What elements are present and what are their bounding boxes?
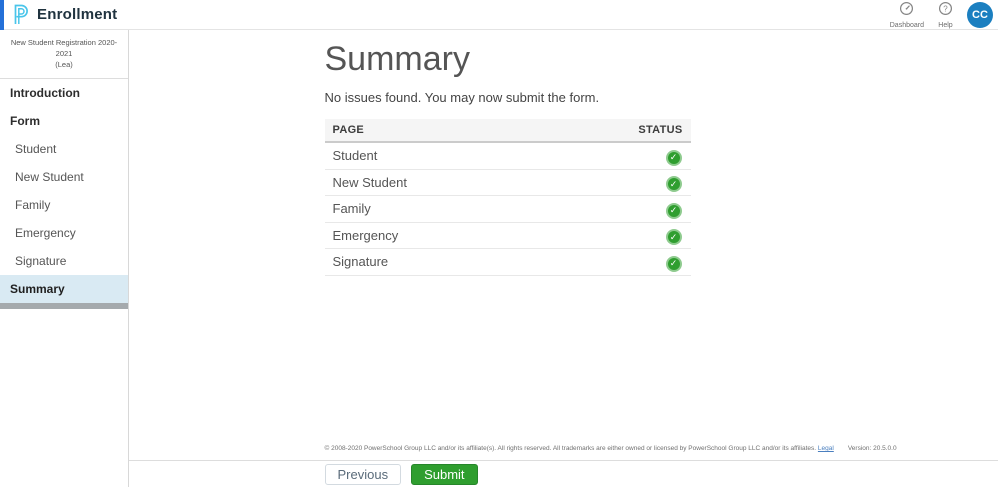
table-row: Emergency ✓	[324, 222, 691, 249]
page-cell: Emergency	[324, 222, 545, 249]
sidebar-item-form[interactable]: Form	[0, 107, 128, 135]
sidebar-active-indicator	[0, 303, 128, 309]
dashboard-label: Dashboard	[889, 21, 924, 29]
user-avatar[interactable]: CC	[967, 1, 993, 28]
powerschool-logo-icon	[12, 4, 29, 25]
sidebar-item-summary[interactable]: Summary	[0, 275, 128, 303]
help-button[interactable]: ? Help	[938, 1, 953, 29]
status-complete-icon: ✓	[667, 178, 680, 190]
summary-message: No issues found. You may now submit the …	[324, 90, 600, 105]
form-title-line2: (Lea)	[55, 60, 73, 69]
left-edge-accent	[0, 0, 4, 30]
version-text: Version: 20.5.0.0	[847, 445, 897, 452]
summary-table: PAGE STATUS Student ✓ New Student ✓ Family ✓ E…	[324, 119, 691, 276]
previous-button[interactable]: Previous	[324, 463, 402, 485]
status-cell: ✓	[544, 222, 691, 249]
status-cell: ✓	[544, 142, 691, 170]
main-area: Summary No issues found. You may now sub…	[129, 30, 998, 487]
header-nav: Dashboard ? Help CC	[890, 1, 998, 29]
status-complete-icon: ✓	[667, 204, 680, 217]
sidebar-item-signature[interactable]: Signature	[0, 247, 128, 275]
legal-footer: © 2008-2020 PowerSchool Group LLC and/or…	[325, 445, 897, 452]
status-cell: ✓	[544, 248, 691, 276]
sidebar: New Student Registration 2020-2021 (Lea)…	[0, 30, 129, 487]
sidebar-item-family[interactable]: Family	[0, 191, 128, 219]
app-title: Enrollment	[37, 6, 118, 23]
dashboard-button[interactable]: Dashboard	[890, 1, 924, 29]
sidebar-item-emergency[interactable]: Emergency	[0, 219, 128, 247]
page-cell: Family	[324, 195, 545, 223]
table-header-row: PAGE STATUS	[324, 119, 691, 143]
sidebar-item-student[interactable]: Student	[0, 135, 128, 163]
dashboard-gauge-icon	[899, 1, 914, 21]
submit-button[interactable]: Submit	[411, 463, 478, 485]
column-header-page: PAGE	[324, 119, 545, 143]
svg-text:?: ?	[943, 4, 948, 13]
copyright-text: © 2008-2020 PowerSchool Group LLC and/or…	[324, 445, 817, 452]
status-complete-icon: ✓	[667, 151, 680, 164]
status-cell: ✓	[544, 169, 691, 196]
status-cell: ✓	[544, 195, 691, 223]
table-row: Signature ✓	[324, 248, 691, 276]
page-cell: Signature	[324, 248, 545, 276]
sidebar-item-introduction[interactable]: Introduction	[0, 79, 128, 107]
page-cell: New Student	[324, 169, 545, 196]
top-header: Enrollment Dashboard ? Help CC	[0, 0, 998, 30]
status-complete-icon: ✓	[667, 257, 680, 270]
form-title: New Student Registration 2020-2021 (Lea)	[0, 30, 128, 79]
status-complete-icon: ✓	[667, 231, 680, 243]
help-question-icon: ?	[938, 1, 953, 21]
column-header-status: STATUS	[544, 119, 691, 143]
sidebar-item-new-student[interactable]: New Student	[0, 163, 128, 191]
page-title: Summary	[324, 40, 470, 78]
form-title-line1: New Student Registration 2020-2021	[10, 38, 118, 58]
table-row: Student ✓	[324, 142, 691, 170]
sidebar-nav: Introduction Form Student New Student Family…	[0, 79, 128, 309]
help-label: Help	[938, 21, 953, 29]
table-row: Family ✓	[324, 195, 691, 223]
table-row: New Student ✓	[324, 169, 691, 196]
legal-link[interactable]: Legal	[818, 445, 834, 452]
page-cell: Student	[324, 142, 545, 170]
action-bar: Previous Submit	[129, 460, 998, 487]
